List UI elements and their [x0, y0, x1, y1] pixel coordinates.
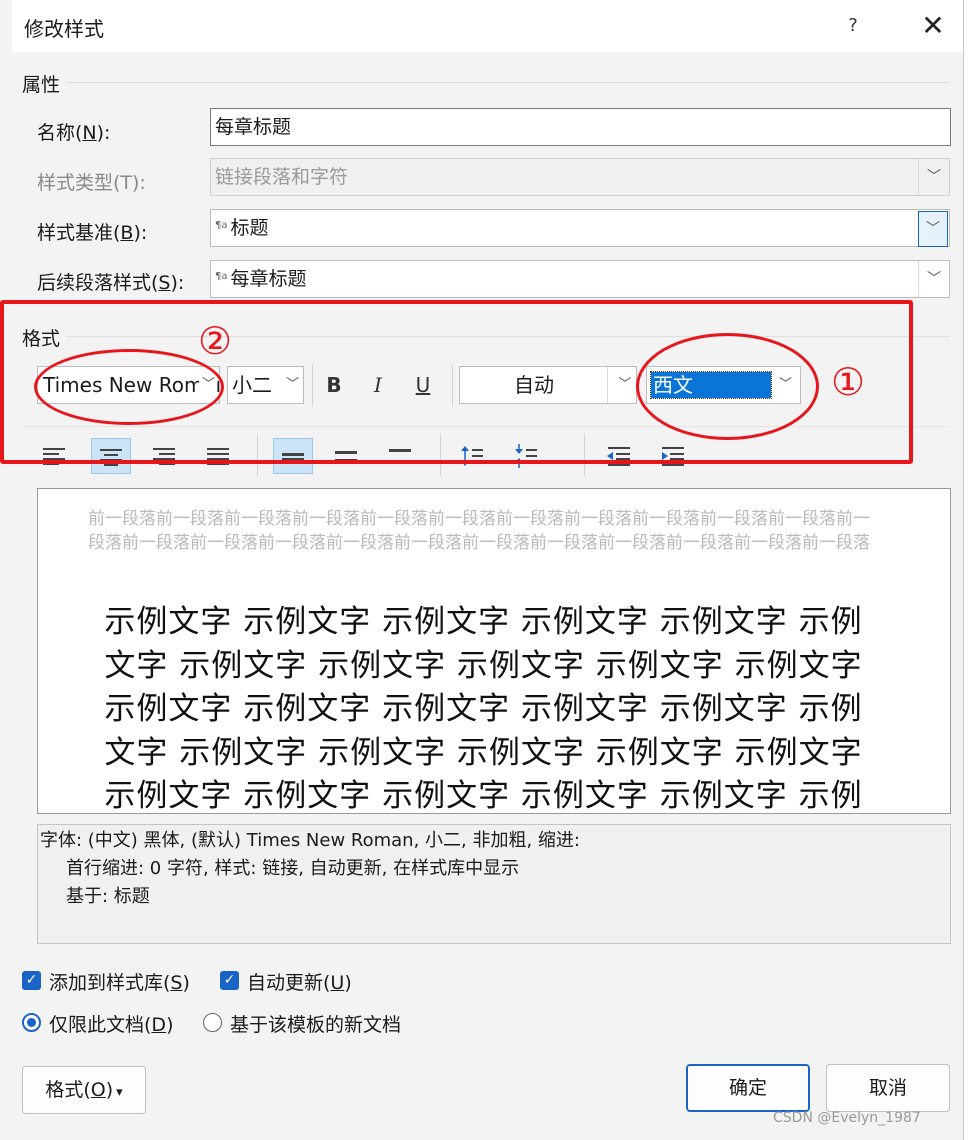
modify-style-dialog: 修改样式 ? ✕ 属性 名称(N): 每章标题 样式类型(T): 链接段落和字符… [0, 0, 964, 1140]
properties-section-label: 属性 [22, 74, 61, 96]
chevron-down-icon[interactable]: ﹀ [918, 211, 948, 247]
description-line: 基于: 标题 [66, 886, 150, 907]
paragraph-style-icon: ¶a [215, 220, 228, 231]
annotation-number-one: ① [831, 360, 866, 404]
only-this-document-label[interactable]: 仅限此文档(D) [49, 1010, 173, 1037]
add-to-gallery-label[interactable]: 添加到样式库(S) [49, 968, 190, 995]
style-description: 字体: (中文) 黑体, (默认) Times New Roman, 小二, 非… [37, 824, 951, 944]
caret-down-icon: ▾ [116, 1085, 123, 1100]
description-line: 字体: (中文) 黑体, (默认) Times New Roman, 小二, 非… [40, 830, 580, 851]
watermark-text: CSDN @Evelyn_1987 [773, 1110, 921, 1126]
description-line: 首行缩进: 0 字符, 样式: 链接, 自动更新, 在样式库中显示 [66, 858, 520, 879]
background-edge [964, 0, 973, 1140]
properties-divider [66, 82, 950, 83]
name-input[interactable]: 每章标题 [210, 108, 951, 146]
auto-update-label[interactable]: 自动更新(U) [247, 968, 352, 995]
close-button[interactable]: ✕ [908, 6, 958, 46]
help-button[interactable]: ? [838, 8, 868, 44]
annotation-ellipse-script [636, 333, 819, 440]
ok-button[interactable]: 确定 [686, 1064, 810, 1112]
name-label: 名称(N): [37, 122, 111, 144]
next-paragraph-style-select[interactable]: ¶a 每章标题 ﹀ [210, 260, 950, 298]
only-this-document-radio[interactable] [22, 1013, 41, 1032]
chevron-down-icon[interactable]: ﹀ [918, 261, 949, 297]
style-based-on-label: 样式基准(B): [37, 222, 148, 244]
title-bar: 修改样式 ? ✕ [12, 0, 963, 52]
new-documents-template-label[interactable]: 基于该模板的新文档 [230, 1010, 401, 1037]
style-type-label: 样式类型(T): [37, 172, 146, 194]
format-menu-button[interactable]: 格式(O) ▾ [22, 1066, 146, 1114]
annotation-number-two: ② [198, 319, 233, 363]
auto-update-checkbox[interactable]: ✓ [220, 971, 239, 990]
dialog-title: 修改样式 [24, 17, 104, 41]
style-based-on-select[interactable]: ¶a 标题 ﹀ [210, 209, 950, 247]
next-paragraph-style-label: 后续段落样式(S): [37, 272, 185, 294]
paragraph-style-icon: ¶a [215, 271, 228, 282]
previous-paragraph-text: 前一段落前一段落前一段落前一段落前一段落前一段落前一段落前一段落前一段落前一段落… [88, 509, 870, 553]
sample-text: 示例文字 示例文字 示例文字 示例文字 示例文字 示例文字 示例文字 示例文字 … [104, 604, 863, 814]
annotation-ellipse-font [34, 349, 224, 425]
new-documents-template-radio[interactable] [203, 1013, 222, 1032]
style-type-select: 链接段落和字符 ﹀ [210, 158, 950, 196]
cancel-button[interactable]: 取消 [826, 1064, 950, 1112]
style-preview: 前一段落前一段落前一段落前一段落前一段落前一段落前一段落前一段落前一段落前一段落… [37, 488, 951, 814]
chevron-down-icon: ﹀ [918, 159, 949, 195]
add-to-gallery-checkbox[interactable]: ✓ [22, 971, 41, 990]
